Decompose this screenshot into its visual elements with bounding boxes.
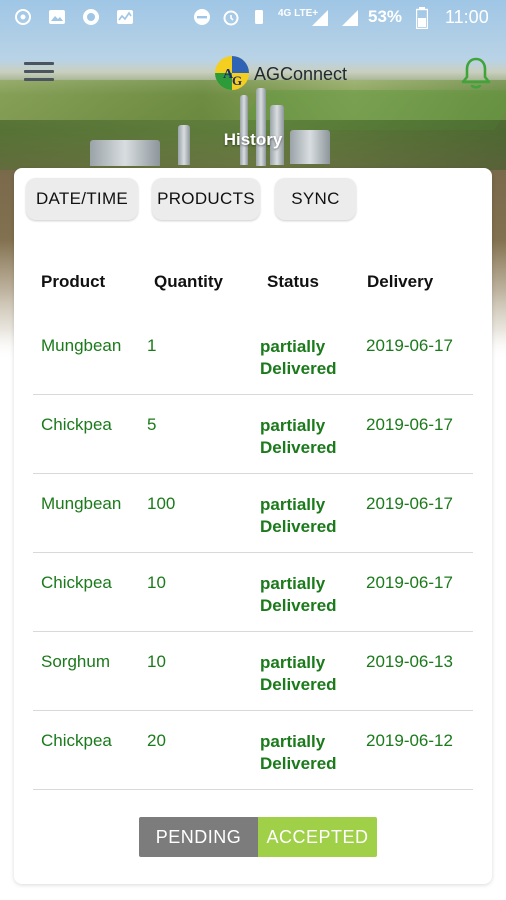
clock: 11:00 <box>445 7 489 27</box>
row-quantity: 10 <box>147 573 166 592</box>
pending-tab[interactable]: PENDING <box>139 817 258 857</box>
row-status: partially Delivered <box>260 731 360 775</box>
row-status-line1: partially <box>260 337 326 356</box>
row-status: partially Delivered <box>260 415 360 459</box>
sync-button[interactable]: SYNC <box>275 178 356 220</box>
date-time-filter-button[interactable]: DATE/TIME <box>26 178 138 220</box>
row-status-line2: Delivered <box>260 754 337 773</box>
history-table-body: Mungbean 1 partially Delivered 2019-06-17 Chi… <box>33 316 473 790</box>
row-delivery-date: 2019-06-13 <box>366 652 453 671</box>
row-product: Mungbean <box>41 336 122 355</box>
row-status: partially Delivered <box>260 573 360 617</box>
status-toggle: PENDING ACCEPTED <box>139 817 377 857</box>
alarm-icon <box>223 10 239 26</box>
row-product: Mungbean <box>41 494 122 513</box>
hamburger-menu-icon[interactable] <box>24 62 54 84</box>
row-status: partially Delivered <box>260 494 360 538</box>
row-delivery-date: 2019-06-17 <box>366 336 453 355</box>
row-product: Chickpea <box>41 731 112 750</box>
table-row[interactable]: Mungbean 100 partially Delivered 2019-06-17 <box>33 474 473 553</box>
table-header: Product Quantity Status Delivery <box>14 268 492 298</box>
circle-icon <box>83 9 99 25</box>
agconnect-logo: A G <box>215 56 249 90</box>
accepted-tab[interactable]: ACCEPTED <box>258 817 377 857</box>
page-title: History <box>223 130 283 149</box>
activity-icon <box>117 10 133 24</box>
dnd-icon <box>194 9 210 25</box>
table-row[interactable]: Chickpea 20 partially Delivered 2019-06-12 <box>33 711 473 790</box>
header-delivery: Delivery <box>367 272 434 291</box>
header-quantity: Quantity <box>154 272 223 291</box>
row-status-line1: partially <box>260 416 326 435</box>
row-status-line2: Delivered <box>260 438 337 457</box>
status-bar: 4G LTE+ 53% 11:00 <box>0 0 506 36</box>
signal-icon <box>342 10 358 26</box>
header-status: Status <box>267 272 319 291</box>
row-product: Chickpea <box>41 573 112 592</box>
table-row[interactable]: Mungbean 1 partially Delivered 2019-06-17 <box>33 316 473 395</box>
row-product: Chickpea <box>41 415 112 434</box>
table-row[interactable]: Chickpea 10 partially Delivered 2019-06-17 <box>33 553 473 632</box>
row-product: Sorghum <box>41 652 110 671</box>
row-status: partially Delivered <box>260 336 360 380</box>
signal-icon <box>312 10 328 26</box>
header-product: Product <box>41 272 106 291</box>
bell-icon[interactable] <box>460 56 492 90</box>
svg-text:G: G <box>232 73 242 88</box>
row-status: partially Delivered <box>260 652 360 696</box>
row-status-line2: Delivered <box>260 359 337 378</box>
row-status-line2: Delivered <box>260 517 337 536</box>
history-card: DATE/TIME PRODUCTS SYNC Product Quantity… <box>14 168 492 884</box>
row-delivery-date: 2019-06-17 <box>366 494 453 513</box>
row-status-line2: Delivered <box>260 675 337 694</box>
table-row[interactable]: Chickpea 5 partially Delivered 2019-06-17 <box>33 395 473 474</box>
row-status-line1: partially <box>260 653 326 672</box>
battery-icon <box>416 7 428 29</box>
row-quantity: 1 <box>147 336 157 355</box>
table-row[interactable]: Sorghum 10 partially Delivered 2019-06-13 <box>33 632 473 711</box>
vibrate-icon <box>255 10 263 24</box>
row-delivery-date: 2019-06-17 <box>366 415 453 434</box>
row-delivery-date: 2019-06-12 <box>366 731 453 750</box>
row-status-line1: partially <box>260 574 326 593</box>
image-icon <box>49 10 65 24</box>
row-status-line2: Delivered <box>260 596 337 615</box>
row-delivery-date: 2019-06-17 <box>366 573 453 592</box>
products-filter-button[interactable]: PRODUCTS <box>152 178 260 220</box>
sync-icon <box>15 9 31 25</box>
row-quantity: 10 <box>147 652 166 671</box>
row-status-line1: partially <box>260 495 326 514</box>
battery-percent: 53% <box>368 7 403 26</box>
app-bar: A G AGConnect <box>0 48 506 98</box>
row-quantity: 5 <box>147 415 157 434</box>
app-brand-name: AGConnect <box>254 64 348 84</box>
row-status-line1: partially <box>260 732 326 751</box>
row-quantity: 100 <box>147 494 176 513</box>
row-quantity: 20 <box>147 731 166 750</box>
